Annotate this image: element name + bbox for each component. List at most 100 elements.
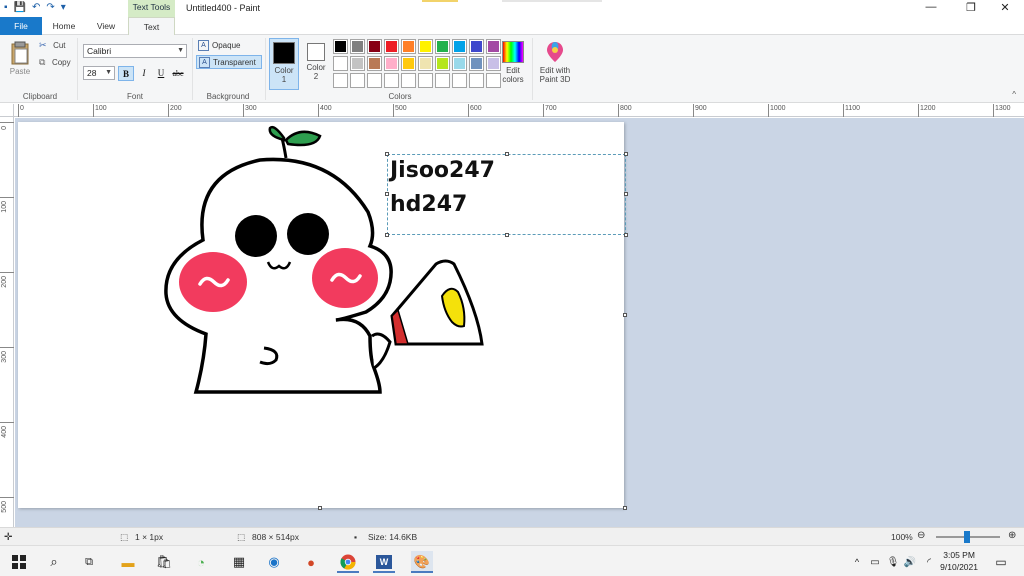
wifi-icon[interactable]: ◜	[918, 551, 940, 573]
palette-swatch[interactable]	[333, 73, 348, 88]
paste-button[interactable]: Paste	[5, 39, 35, 83]
palette-swatch[interactable]	[401, 56, 416, 71]
color2-button[interactable]: Color 2	[301, 38, 331, 90]
ruler-tick	[0, 272, 14, 273]
teamviewer-icon[interactable]: ◉	[263, 551, 285, 573]
palette-swatch[interactable]	[418, 56, 433, 71]
resize-handle[interactable]	[385, 192, 389, 196]
copy-label: Copy	[51, 58, 71, 67]
edit-with-paint3d-button[interactable]: Edit with Paint 3D	[536, 39, 574, 89]
palette-swatch[interactable]	[469, 73, 484, 88]
canvas-text-line-2[interactable]: hd247	[390, 192, 467, 217]
tab-view[interactable]: View	[86, 17, 126, 35]
resize-handle[interactable]	[385, 233, 389, 237]
app-icon[interactable]: ◔	[190, 551, 212, 573]
zoom-slider[interactable]	[936, 531, 1000, 543]
resize-handle[interactable]	[505, 233, 509, 237]
zoom-slider-thumb[interactable]	[964, 531, 970, 543]
palette-swatch[interactable]	[469, 39, 484, 54]
color1-button[interactable]: Color 1	[269, 38, 299, 90]
transparent-button[interactable]: A Transparent	[196, 55, 262, 69]
palette-swatch[interactable]	[367, 73, 382, 88]
palette-swatch[interactable]	[350, 39, 365, 54]
palette-swatch[interactable]	[350, 73, 365, 88]
quick-access-toolbar: ▪ 💾 ↶ ↷ ▾	[4, 2, 66, 13]
palette-swatch[interactable]	[384, 39, 399, 54]
canvas-resize-handle[interactable]	[623, 313, 627, 317]
palette-swatch[interactable]	[418, 39, 433, 54]
customize-qat-icon[interactable]: ▾	[61, 2, 66, 13]
palette-swatch[interactable]	[350, 56, 365, 71]
palette-swatch[interactable]	[333, 39, 348, 54]
palette-swatch[interactable]	[452, 73, 467, 88]
close-icon[interactable]: ✕	[990, 1, 1020, 14]
edit-colors-label-2: colors	[502, 75, 524, 84]
opaque-button[interactable]: A Opaque	[196, 39, 262, 53]
canvas-resize-handle[interactable]	[623, 506, 627, 510]
italic-button[interactable]: I	[136, 66, 152, 81]
calculator-icon[interactable]: ▦	[228, 551, 250, 573]
bold-button[interactable]: B	[118, 66, 134, 81]
palette-swatch-fill	[385, 57, 398, 70]
palette-swatch[interactable]	[469, 56, 484, 71]
palette-swatch[interactable]	[418, 73, 433, 88]
font-family-select[interactable]: Calibri ▼	[83, 44, 187, 58]
copy-button[interactable]: ⧉ Copy	[39, 57, 71, 69]
tab-home[interactable]: Home	[44, 17, 84, 35]
ruler-tick	[618, 104, 619, 117]
title-accent	[422, 0, 458, 2]
palette-swatch-fill	[436, 57, 449, 70]
minimize-icon[interactable]: —	[916, 1, 946, 13]
powerpoint-icon[interactable]: ●	[300, 551, 322, 573]
palette-swatch[interactable]	[435, 39, 450, 54]
notification-icon[interactable]: ▭	[990, 551, 1012, 573]
palette-swatch-fill	[419, 57, 432, 70]
clock-date: 9/10/2021	[940, 562, 978, 572]
font-size-select[interactable]: 28 ▼	[83, 66, 115, 80]
chrome-icon[interactable]	[337, 551, 359, 573]
maximize-icon[interactable]: ❐	[956, 1, 986, 14]
palette-swatch[interactable]	[384, 56, 399, 71]
edit-colors-button[interactable]: Edit colors	[499, 39, 527, 89]
clipboard-icon	[11, 41, 29, 65]
cut-button[interactable]: ✂ Cut	[39, 40, 66, 52]
palette-swatch[interactable]	[435, 56, 450, 71]
word-icon[interactable]: W	[373, 551, 395, 573]
file-explorer-icon[interactable]: ▬	[117, 551, 139, 573]
task-view-icon[interactable]: ⧉	[78, 551, 100, 573]
palette-swatch[interactable]	[452, 39, 467, 54]
search-icon[interactable]: ⌕	[43, 551, 65, 573]
windows-start-icon[interactable]	[8, 551, 30, 573]
underline-button[interactable]: U	[153, 66, 169, 81]
canvas-text-line-1[interactable]: Jisoo247	[390, 158, 495, 183]
zoom-in-icon[interactable]: ⊕	[1008, 530, 1016, 541]
store-icon[interactable]: 🛍	[153, 551, 175, 573]
resize-handle[interactable]	[385, 152, 389, 156]
drawing-canvas[interactable]: Jisoo247 hd247	[18, 122, 628, 508]
redo-icon[interactable]: ↷	[46, 2, 54, 13]
zoom-out-icon[interactable]: ⊖	[917, 530, 925, 541]
resize-handle[interactable]	[624, 233, 628, 237]
palette-swatch[interactable]	[435, 73, 450, 88]
tab-text[interactable]: Text	[128, 17, 175, 36]
strikethrough-button[interactable]: abc	[170, 66, 186, 81]
undo-icon[interactable]: ↶	[32, 2, 40, 13]
palette-swatch[interactable]	[333, 56, 348, 71]
text-box[interactable]: Jisoo247 hd247	[385, 152, 628, 237]
palette-swatch[interactable]	[367, 56, 382, 71]
palette-swatch[interactable]	[401, 39, 416, 54]
palette-swatch[interactable]	[452, 56, 467, 71]
palette-swatch-fill	[368, 40, 381, 53]
collapse-ribbon-icon[interactable]: ^	[1012, 90, 1016, 99]
tab-file[interactable]: File	[0, 17, 42, 35]
palette-swatch[interactable]	[367, 39, 382, 54]
palette-swatch[interactable]	[384, 73, 399, 88]
paint-app-taskbar-icon[interactable]: 🎨	[411, 551, 433, 573]
resize-handle[interactable]	[624, 152, 628, 156]
resize-handle[interactable]	[624, 192, 628, 196]
canvas-resize-handle[interactable]	[318, 506, 322, 510]
save-icon[interactable]: 💾	[14, 2, 26, 13]
palette-swatch[interactable]	[401, 73, 416, 88]
system-clock[interactable]: 3:05 PM 9/10/2021	[940, 549, 978, 573]
resize-handle[interactable]	[505, 152, 509, 156]
